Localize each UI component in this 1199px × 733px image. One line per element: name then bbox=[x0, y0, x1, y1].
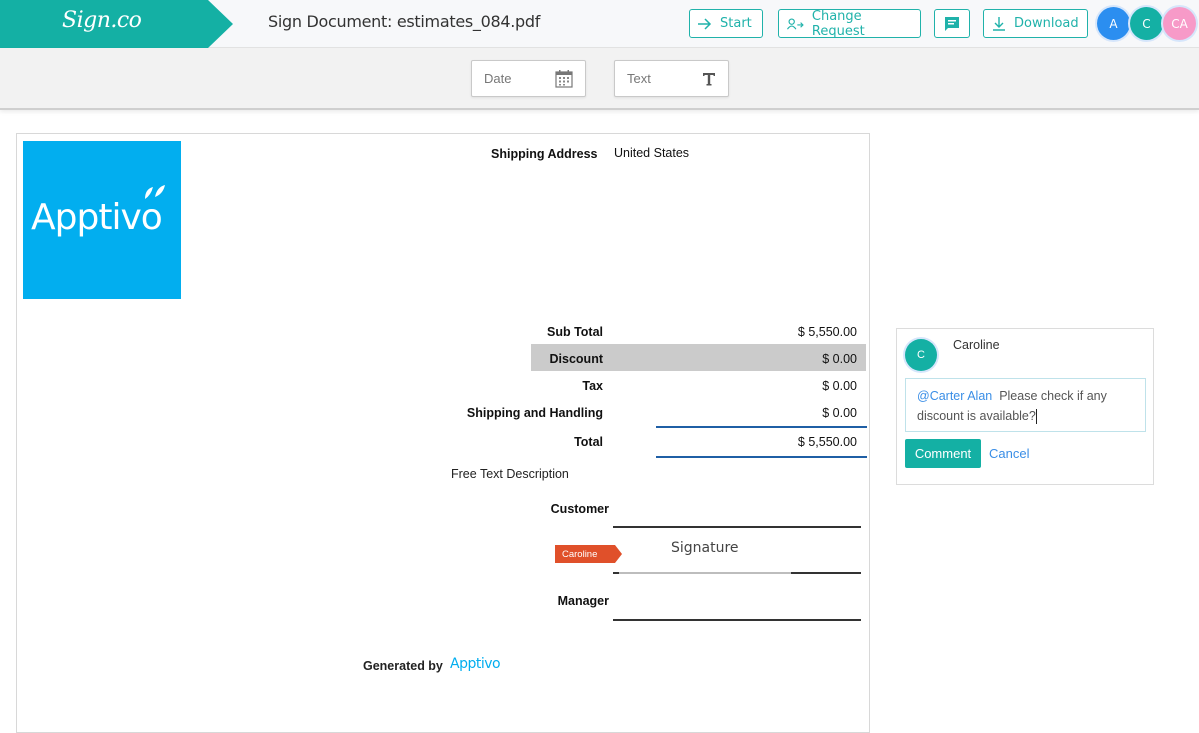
brand-logo[interactable]: Sign.co bbox=[0, 0, 233, 48]
fields-toolbar: Date Text bbox=[0, 48, 1199, 110]
comments-button[interactable] bbox=[934, 9, 970, 38]
download-label: Download bbox=[1014, 16, 1079, 31]
comment-author-avatar: C bbox=[905, 339, 937, 371]
free-text-description: Free Text Description bbox=[451, 467, 569, 481]
text-t-icon bbox=[703, 72, 715, 85]
manager-label: Manager bbox=[557, 594, 609, 608]
download-icon bbox=[993, 16, 1005, 31]
comment-panel: C Caroline @Carter Alan Please check if … bbox=[896, 328, 1154, 485]
calendar-icon bbox=[555, 69, 573, 88]
tax-label: Tax bbox=[582, 379, 603, 393]
generated-by-logo: Apptivo bbox=[450, 656, 501, 672]
customer-label: Customer bbox=[550, 502, 609, 516]
date-field-button[interactable]: Date bbox=[471, 60, 586, 97]
subtotal-label: Sub Total bbox=[546, 325, 603, 339]
shipping-handling-value: $ 0.00 bbox=[822, 406, 857, 420]
comment-mention[interactable]: @Carter Alan bbox=[917, 389, 992, 403]
signature-field[interactable]: Signature bbox=[671, 540, 739, 556]
shipping-address-value: United States bbox=[614, 146, 690, 160]
document-page: Apptivo Shipping Address United States S… bbox=[16, 133, 870, 733]
manager-signature-line bbox=[613, 619, 861, 621]
total-label: Total bbox=[574, 435, 603, 449]
total-top-rule bbox=[656, 426, 867, 428]
start-label: Start bbox=[720, 16, 752, 31]
leaf-icon bbox=[145, 185, 165, 199]
total-value: $ 5,550.00 bbox=[797, 435, 857, 449]
document-title: Sign Document: estimates_084.pdf bbox=[268, 12, 541, 31]
generated-by-label: Generated by bbox=[363, 659, 443, 673]
top-bar: Sign.co Sign Document: estimates_084.pdf… bbox=[0, 0, 1199, 48]
signer-tag-caroline[interactable]: Caroline bbox=[555, 545, 622, 563]
avatar-c[interactable]: C bbox=[1130, 7, 1163, 40]
discount-label: Discount bbox=[549, 352, 603, 366]
text-field-label: Text bbox=[627, 71, 651, 86]
change-request-label: Change Request bbox=[811, 8, 865, 39]
change-request-button[interactable]: Change Request bbox=[778, 8, 921, 39]
shipping-address-label: Shipping Address bbox=[491, 147, 598, 161]
comment-author-name: Caroline bbox=[953, 338, 1000, 352]
user-arrow-icon bbox=[787, 17, 804, 29]
avatar-ca[interactable]: CA bbox=[1163, 7, 1196, 40]
brand-name: Sign.co bbox=[62, 8, 142, 33]
avatar-a[interactable]: A bbox=[1097, 7, 1130, 40]
text-field-button[interactable]: Text bbox=[614, 60, 729, 97]
date-field-label: Date bbox=[484, 71, 512, 86]
total-bottom-rule bbox=[656, 456, 867, 458]
text-caret bbox=[1035, 409, 1037, 425]
discount-value: $ 0.00 bbox=[822, 352, 857, 366]
shipping-handling-label: Shipping and Handling bbox=[466, 406, 603, 420]
comment-submit-button[interactable]: Comment bbox=[905, 439, 981, 468]
comment-icon bbox=[945, 16, 959, 31]
signature-progress-rule bbox=[619, 572, 791, 574]
download-button[interactable]: Download bbox=[983, 9, 1088, 38]
start-button[interactable]: Start bbox=[689, 9, 763, 38]
company-logo-text: Apptivo bbox=[31, 197, 163, 238]
arrow-right-icon bbox=[698, 17, 712, 30]
comment-cancel-link[interactable]: Cancel bbox=[989, 446, 1029, 461]
subtotal-value: $ 5,550.00 bbox=[797, 325, 857, 339]
company-logo: Apptivo bbox=[23, 141, 181, 299]
customer-signature-line bbox=[613, 526, 861, 528]
tax-value: $ 0.00 bbox=[822, 379, 857, 393]
comment-input[interactable]: @Carter Alan Please check if any discoun… bbox=[905, 378, 1146, 432]
